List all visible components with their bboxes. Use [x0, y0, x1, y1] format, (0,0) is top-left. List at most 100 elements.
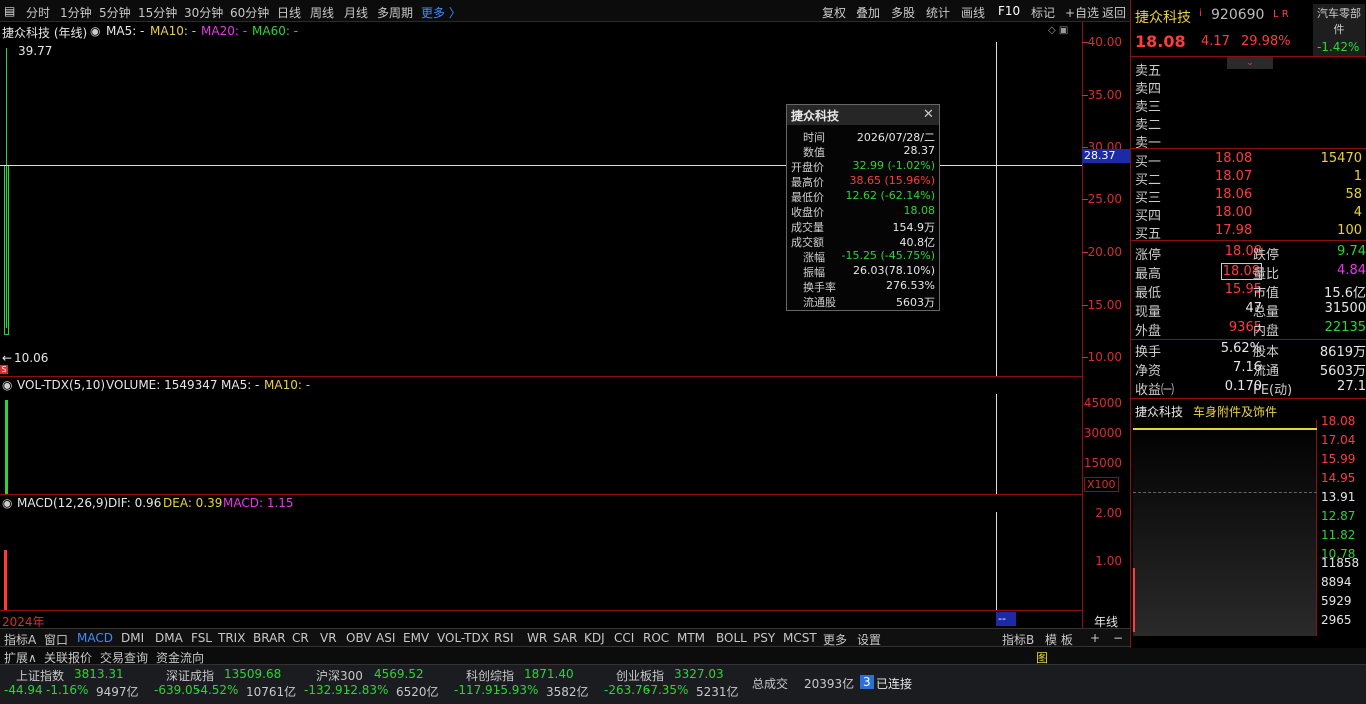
period-week[interactable]: 周线	[310, 4, 334, 21]
mini-price-tick: 13.91	[1321, 490, 1356, 504]
macd-toggle-icon[interactable]: ◉	[2, 496, 12, 510]
pane-divider[interactable]	[0, 494, 1082, 495]
indicator-tab[interactable]: CCI	[614, 631, 634, 645]
index-name[interactable]: 科创综指	[466, 667, 514, 684]
indicator-tab[interactable]: CR	[292, 631, 309, 645]
collapse-arrow-icon[interactable]: ⌄	[1227, 57, 1273, 69]
adjust-button[interactable]: 复权	[822, 4, 846, 21]
buy-level-price[interactable]: 18.08	[1215, 151, 1252, 166]
indicator-tab[interactable]: RSI	[494, 631, 514, 645]
indicator-tab[interactable]: MTM	[677, 631, 705, 645]
divider	[1131, 240, 1366, 241]
tooltip-key: 成交量	[791, 221, 824, 234]
indicator-tab[interactable]: BOLL	[716, 631, 747, 645]
mini-chart-sector[interactable]: 车身附件及饰件	[1193, 403, 1277, 420]
indicator-tab[interactable]: ASI	[376, 631, 395, 645]
indicator-tab[interactable]: KDJ	[584, 631, 605, 645]
stock-pct: 29.98%	[1241, 34, 1291, 49]
price-tick: 25.00	[1087, 192, 1122, 206]
index-name[interactable]: 沪深300	[316, 667, 363, 684]
layout-icon[interactable]: ◇ ▣	[1048, 25, 1068, 36]
high-price-label: 39.77	[18, 44, 53, 58]
buy-level-price[interactable]: 18.06	[1215, 187, 1252, 202]
main-chart-title: 捷众科技 (年线)	[2, 26, 88, 40]
vol-value: VOLUME: 1549347	[106, 378, 218, 392]
menu-toggle-icon[interactable]: ▤	[4, 4, 15, 18]
buy-level-price[interactable]: 18.07	[1215, 169, 1252, 184]
period-day[interactable]: 日线	[277, 4, 301, 21]
mini-intraday-chart[interactable]	[1133, 420, 1317, 636]
indicator-tab[interactable]: VOL-TDX	[437, 631, 489, 645]
sector-box[interactable]: 汽车零部件 -1.42%	[1313, 4, 1365, 56]
index-change: -117.91	[454, 683, 501, 697]
mark-button[interactable]: 标记	[1031, 4, 1055, 21]
index-value: 4569.52	[374, 667, 424, 681]
tooltip-key: 振幅	[803, 266, 825, 279]
indicator-tab[interactable]: TRIX	[218, 631, 245, 645]
tooltip-close-icon[interactable]: ✕	[923, 107, 934, 122]
tooltip-row: 收盘价 18.08	[791, 204, 937, 219]
multi-stock-button[interactable]: 多股	[891, 4, 915, 21]
indicator-tab[interactable]: BRAR	[253, 631, 286, 645]
tooltip-value: 26.03(78.10%)	[852, 264, 935, 277]
mini-price-tick: 18.08	[1321, 414, 1356, 428]
mini-price-tick: 11.82	[1321, 528, 1356, 542]
low-arrow-icon: ←	[2, 351, 13, 365]
kline-chart-area[interactable]: 捷众科技 (年线) ◉ MA5: - MA10: - MA20: - MA60:…	[0, 22, 1130, 629]
buy-level-price[interactable]: 17.98	[1215, 223, 1252, 238]
period-15min[interactable]: 15分钟	[138, 4, 177, 21]
tooltip-row: 流通股 5603万	[791, 294, 937, 309]
index-name[interactable]: 上证指数	[16, 667, 64, 684]
indicator-tab[interactable]: WR	[527, 631, 547, 645]
index-name[interactable]: 深证成指	[166, 667, 214, 684]
period-1min[interactable]: 1分钟	[60, 4, 92, 21]
index-amount: 10761亿	[246, 685, 297, 699]
back-button[interactable]: 返回	[1102, 4, 1126, 21]
connection-status[interactable]: 已连接	[876, 675, 912, 692]
add-watchlist-button[interactable]: +自选	[1065, 4, 1099, 21]
period-multi[interactable]: 多周期	[377, 4, 413, 21]
index-pct: -1.16%	[46, 683, 89, 697]
tooltip-row: 数值 28.37	[791, 144, 937, 159]
indicator-tab[interactable]: ROC	[643, 631, 669, 645]
period-month[interactable]: 月线	[344, 4, 368, 21]
stat-key: 净资	[1135, 364, 1162, 379]
ma10-label: MA10: -	[150, 24, 197, 38]
overlay-button[interactable]: 叠加	[856, 4, 880, 21]
indicator-tab[interactable]: MACD	[77, 631, 113, 645]
indicator-tab[interactable]: MCST	[783, 631, 817, 645]
tooltip-value: 276.53%	[886, 279, 935, 292]
indicator-tab[interactable]: FSL	[191, 631, 212, 645]
vol-toggle-icon[interactable]: ◉	[2, 378, 12, 392]
indicator-tab[interactable]: EMV	[403, 631, 429, 645]
indicator-tab[interactable]: OBV	[346, 631, 372, 645]
indicator-tab[interactable]: VR	[320, 631, 337, 645]
period-60min[interactable]: 60分钟	[230, 4, 269, 21]
stock-name[interactable]: 捷众科技	[1135, 7, 1191, 27]
price-tick: 40.00	[1087, 35, 1122, 49]
period-more[interactable]: 更多 〉	[421, 4, 461, 21]
period-5min[interactable]: 5分钟	[99, 4, 131, 21]
index-name[interactable]: 创业板指	[616, 667, 664, 684]
period-30min[interactable]: 30分钟	[184, 4, 223, 21]
buy-level-price[interactable]: 18.00	[1215, 205, 1252, 220]
tab-right-control[interactable]: −	[1113, 631, 1123, 645]
indicator-tab[interactable]: SAR	[553, 631, 577, 645]
f10-button[interactable]: F10	[998, 4, 1020, 18]
stats-button[interactable]: 统计	[926, 4, 950, 21]
connection-count-badge[interactable]: 3	[860, 675, 874, 689]
pane-divider[interactable]	[0, 376, 1082, 377]
indicator-tab[interactable]: DMA	[155, 631, 183, 645]
ma-toggle-icon[interactable]: ◉	[90, 24, 100, 38]
tooltip-value: 2026/07/28/二	[856, 131, 935, 144]
tab-right-control[interactable]: +	[1090, 631, 1100, 645]
stat-value: 4.84	[1337, 263, 1366, 278]
indicator-tab[interactable]: DMI	[121, 631, 144, 645]
indicator-tab[interactable]: PSY	[753, 631, 775, 645]
period-fenshi[interactable]: 分时	[26, 4, 50, 21]
tooltip-key: 换手率	[803, 281, 836, 294]
mini-volume-spike	[1133, 568, 1135, 632]
index-value: 3327.03	[674, 667, 724, 681]
draw-line-button[interactable]: 画线	[961, 4, 985, 21]
buy-level-label: 买三	[1135, 191, 1162, 206]
